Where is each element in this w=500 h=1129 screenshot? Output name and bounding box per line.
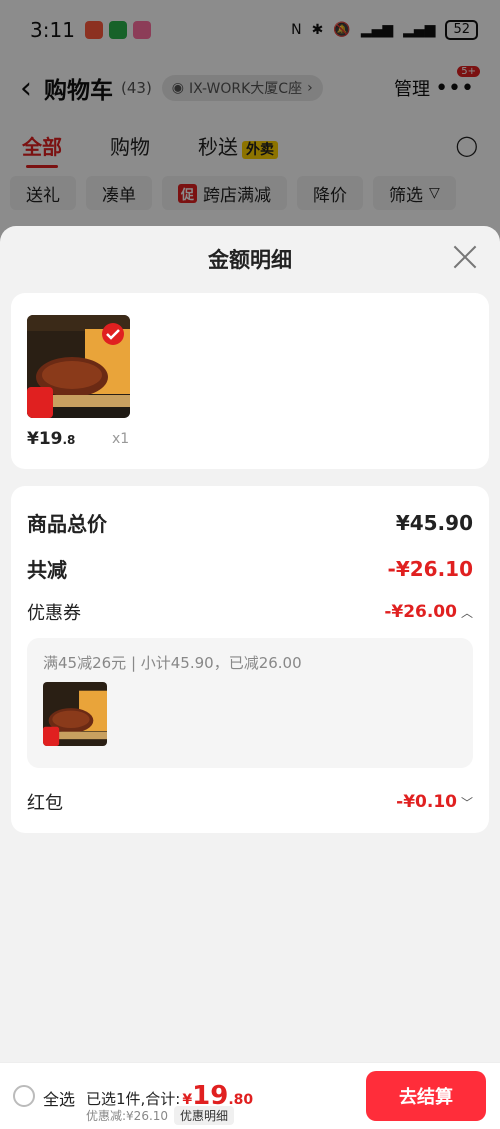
product-quantity: x1 <box>112 431 130 447</box>
redpack-row[interactable]: 红包 -¥0.10 ﹀ <box>27 789 473 815</box>
product-price-decimal: .8 <box>62 433 76 447</box>
coupon-product-image <box>43 682 107 746</box>
amount-detail-sheet: 金额明细 ¥19.8 x1 商品总价 ¥45.90 共减 -¥26.10 优惠券… <box>0 226 500 1129</box>
select-all-label[interactable]: 全选 <box>43 1086 75 1110</box>
price-breakdown-card: 商品总价 ¥45.90 共减 -¥26.10 优惠券 -¥26.00 ︿ 满45… <box>11 486 489 833</box>
sheet-title: 金额明细 <box>208 248 292 272</box>
redpack-value: -¥0.10 <box>396 792 457 812</box>
checkout-button[interactable]: 去结算 <box>366 1071 486 1121</box>
reduce-row: 共减 -¥26.10 <box>27 554 473 583</box>
reduce-value: -¥26.10 <box>387 556 473 581</box>
sheet-header: 金额明细 <box>0 226 500 292</box>
coupon-row[interactable]: 优惠券 -¥26.00 ︿ <box>27 599 473 625</box>
reduce-label: 共减 <box>27 558 67 582</box>
total-value: ¥45.90 <box>395 510 473 535</box>
chevron-down-icon: ﹀ <box>460 795 473 810</box>
checkout-bar: 全选 已选1件,合计: ¥ 19 .80 优惠减:¥26.10 优惠明细 去结算 <box>0 1062 500 1129</box>
chevron-up-icon: ︿ <box>460 605 473 620</box>
redpack-value-group: -¥0.10 ﹀ <box>396 792 473 812</box>
discount-line: 优惠减:¥26.10 优惠明细 <box>86 1106 235 1125</box>
coupon-detail-box: 满45减26元 | 小计45.90，已减26.00 <box>27 638 473 768</box>
select-all-radio[interactable] <box>13 1085 35 1107</box>
close-icon[interactable] <box>452 244 478 270</box>
coupon-desc: 满45减26元 | 小计45.90，已减26.00 <box>43 654 302 672</box>
discount-text: 优惠减:¥26.10 <box>86 1109 169 1123</box>
total-row: 商品总价 ¥45.90 <box>27 508 473 537</box>
product-card: ¥19.8 x1 <box>11 293 489 469</box>
total-label: 商品总价 <box>27 512 107 536</box>
redpack-label: 红包 <box>27 793 63 814</box>
product-price-main: ¥19 <box>27 429 63 449</box>
product-price: ¥19.8 <box>27 429 75 449</box>
coupon-value: -¥26.00 <box>384 602 457 622</box>
discount-detail-button[interactable]: 优惠明细 <box>174 1106 235 1125</box>
product-image[interactable] <box>27 315 130 418</box>
coupon-label: 优惠券 <box>27 603 81 624</box>
coupon-value-group: -¥26.00 ︿ <box>384 602 473 622</box>
